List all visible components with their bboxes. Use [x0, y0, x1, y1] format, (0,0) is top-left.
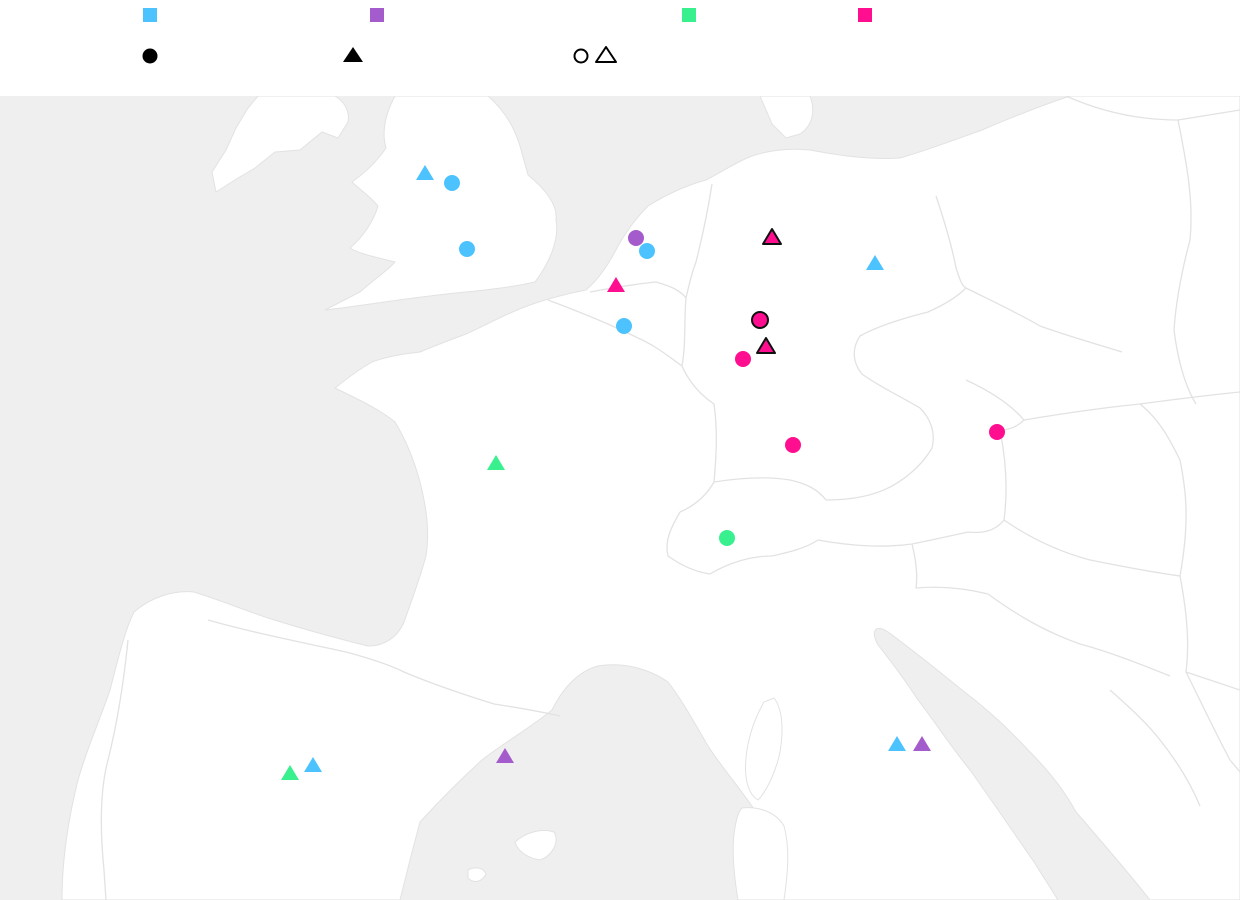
legend-category-1-swatch — [143, 8, 157, 22]
map-marker-07[interactable] — [616, 318, 632, 334]
map-marker-10[interactable] — [751, 311, 769, 329]
europe-map[interactable] — [0, 96, 1240, 900]
legend-hollow-triangle-icon — [595, 46, 617, 63]
map-marker-04[interactable] — [628, 230, 644, 246]
legend-category-4-swatch — [858, 8, 872, 22]
map-marker-03[interactable] — [459, 241, 475, 257]
map-marker-12[interactable] — [735, 351, 751, 367]
map-marker-13[interactable] — [785, 437, 801, 453]
legend-filled-triangle-icon — [343, 47, 363, 62]
map-marker-14[interactable] — [989, 424, 1005, 440]
map-marker-16[interactable] — [719, 530, 735, 546]
legend-hollow-circle-icon — [573, 48, 589, 64]
legend-canvas — [142, 8, 872, 64]
legend-category-3-swatch — [682, 8, 696, 22]
map-marker-05[interactable] — [639, 243, 655, 259]
legend-category-2-swatch — [370, 8, 384, 22]
legend-filled-circle-icon — [142, 48, 158, 64]
map-marker-02[interactable] — [444, 175, 460, 191]
sardinia-island — [732, 807, 789, 900]
map-legend — [0, 0, 1240, 96]
